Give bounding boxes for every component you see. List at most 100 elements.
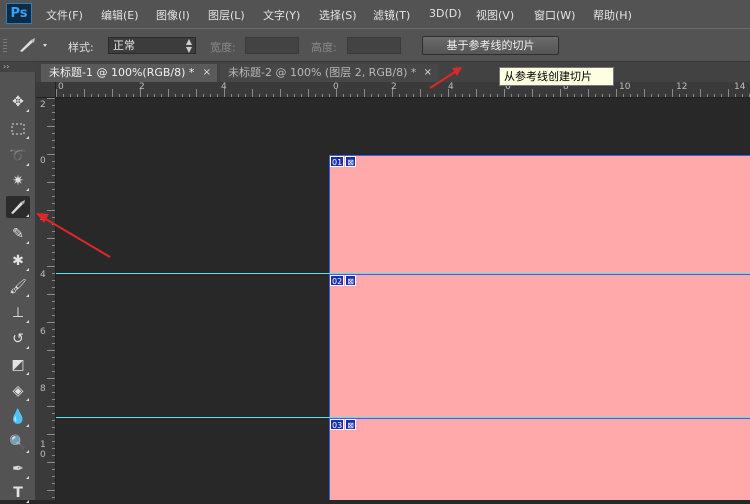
magic-wand-tool[interactable]: ✷: [6, 170, 30, 192]
ruler-tick: [47, 322, 55, 323]
ruler-tick: [679, 94, 680, 97]
tools-panel: ›› ✥ ➰ ✷ ✎ ✱ 🖌 ⊥ ↺ ◩ ◈ 💧 🔍 ✒ T: [0, 62, 36, 503]
pen-tool[interactable]: ✒: [6, 458, 30, 480]
height-field[interactable]: [347, 37, 401, 54]
ruler-tick: [47, 126, 55, 127]
menu-select[interactable]: 选择(S): [319, 7, 357, 23]
canvas-area[interactable]: 01 ⊠ 02 ⊠ 03 ⊠: [56, 98, 750, 500]
ruler-tick: [294, 94, 295, 97]
ruler-tick: [595, 94, 596, 97]
menu-window[interactable]: 窗口(W): [534, 7, 575, 23]
ruler-label: 2: [40, 100, 46, 110]
close-icon[interactable]: ×: [203, 64, 211, 82]
ruler-tick: [476, 89, 477, 97]
marquee-tool[interactable]: [6, 118, 30, 140]
ruler-tick: [546, 94, 547, 97]
ruler-tick: [52, 231, 55, 232]
clone-stamp-tool[interactable]: ⊥: [6, 302, 30, 324]
tool-preset-picker[interactable]: [17, 36, 51, 54]
ruler-tick: [47, 462, 55, 463]
history-brush-tool[interactable]: ↺: [6, 328, 30, 350]
ruler-tick: [47, 434, 55, 435]
slice-badge[interactable]: 02 ⊠: [330, 275, 356, 286]
document-canvas[interactable]: [330, 155, 750, 500]
dodge-tool[interactable]: 🔍: [6, 432, 30, 454]
ruler-tick: [406, 94, 407, 97]
ruler-tick: [52, 497, 55, 498]
ruler-tick: [483, 94, 484, 97]
ruler-tick: [448, 89, 449, 97]
ruler-tick: [52, 161, 55, 162]
tab-document-1[interactable]: 未标题-1 @ 100%(RGB/8) * ×: [41, 64, 217, 82]
paint-bucket-tool[interactable]: ◈: [6, 380, 30, 402]
ruler-tick: [52, 371, 55, 372]
move-tool[interactable]: ✥: [6, 91, 30, 113]
ruler-tick: [203, 94, 204, 97]
slice-number: 02: [330, 275, 345, 286]
ruler-tick: [504, 89, 505, 97]
menu-bar: Ps 文件(F) 编辑(E) 图像(I) 图层(L) 文字(Y) 选择(S) 滤…: [0, 0, 750, 28]
menu-help[interactable]: 帮助(H): [593, 7, 632, 23]
blur-tool[interactable]: 💧: [6, 406, 30, 428]
horizontal-ruler[interactable]: 0 2 4 0 2 4 6 8 10 12 14: [56, 82, 750, 98]
menu-type[interactable]: 文字(Y): [263, 7, 300, 23]
options-bar: 样式: 正常 ▲ ▼ 宽度: 高度: 基于参考线的切片: [0, 28, 750, 62]
eyedropper-icon: ✎: [12, 226, 24, 242]
style-select[interactable]: 正常 ▲ ▼: [108, 37, 196, 54]
vertical-ruler[interactable]: 2 0 2 4 6 8 1 0: [36, 98, 56, 500]
menu-3d[interactable]: 3D(D): [429, 7, 462, 20]
slice-badge[interactable]: 01 ⊠: [330, 156, 356, 167]
ruler-tick: [52, 105, 55, 106]
ruler-label: 10: [619, 82, 631, 92]
ruler-tick: [175, 94, 176, 97]
slice-boundary: [330, 418, 750, 419]
ruler-tick: [553, 94, 554, 97]
ruler-tick: [224, 89, 225, 97]
ruler-tick: [441, 94, 442, 97]
healing-brush-tool[interactable]: ✱: [6, 250, 30, 272]
style-label: 样式:: [68, 41, 94, 54]
ruler-tick: [539, 94, 540, 97]
brush-tool[interactable]: 🖌: [6, 276, 30, 298]
ruler-label: 0: [40, 450, 46, 460]
tab-document-2[interactable]: 未标题-2 @ 100% (图层 2, RGB/8) * ×: [220, 64, 438, 82]
ruler-tick: [189, 94, 190, 97]
ruler-tick: [52, 287, 55, 288]
width-field[interactable]: [245, 37, 299, 54]
eyedropper-tool[interactable]: ✎: [6, 223, 30, 245]
ruler-tick: [245, 94, 246, 97]
ruler-label: 14: [734, 82, 746, 92]
lasso-tool[interactable]: ➰: [6, 145, 30, 167]
menu-view[interactable]: 视图(V): [476, 7, 514, 23]
slice-badge[interactable]: 03 ⊠: [330, 419, 356, 430]
menu-layer[interactable]: 图层(L): [208, 7, 245, 23]
slice-boundary: [329, 155, 330, 500]
ruler-tick: [252, 89, 253, 97]
ruler-origin[interactable]: [36, 82, 56, 98]
menu-edit[interactable]: 编辑(E): [101, 7, 139, 23]
ruler-tick: [47, 154, 55, 155]
paint-bucket-icon: ◈: [12, 383, 24, 399]
ruler-label: 0: [58, 82, 64, 92]
menu-filter[interactable]: 滤镜(T): [373, 7, 410, 23]
eraser-tool[interactable]: ◩: [6, 354, 30, 376]
ruler-tick: [133, 94, 134, 97]
panel-collapse-icon[interactable]: ››: [0, 62, 36, 72]
healing-brush-icon: ✱: [12, 253, 24, 269]
options-grip[interactable]: [3, 39, 7, 53]
type-tool[interactable]: T: [6, 482, 30, 504]
menu-file[interactable]: 文件(F): [46, 7, 83, 23]
ruler-tick: [567, 94, 568, 97]
menu-image[interactable]: 图像(I): [156, 7, 190, 23]
style-select-value: 正常: [113, 39, 135, 52]
close-icon[interactable]: ×: [424, 64, 432, 82]
ruler-tick: [52, 392, 55, 393]
slices-from-guides-button[interactable]: 基于参考线的切片: [422, 36, 559, 55]
ruler-tick: [105, 94, 106, 97]
ruler-tick: [616, 89, 617, 97]
ruler-tick: [287, 94, 288, 97]
ruler-tick: [273, 94, 274, 97]
image-slice-icon: ⊠: [345, 419, 356, 430]
slice-tool[interactable]: [6, 196, 30, 218]
lasso-icon: ➰: [9, 148, 27, 164]
